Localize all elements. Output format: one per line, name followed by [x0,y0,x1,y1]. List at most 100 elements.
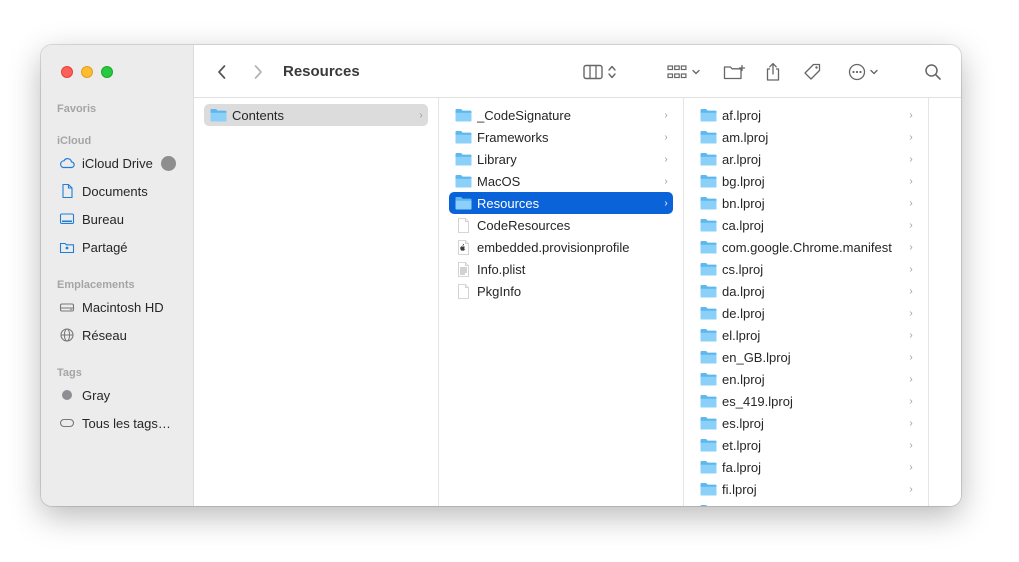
chevron-right-icon [254,64,262,79]
hard-drive-icon [59,299,75,315]
list-item[interactable]: da.lproj › [694,280,918,302]
list-item[interactable]: en.lproj › [694,368,918,390]
folder-icon [700,306,717,321]
sidebar: Favoris iCloud iCloud Drive Documents Bu… [41,45,194,506]
sidebar-item-label: Réseau [82,327,127,343]
folder-icon [455,152,472,167]
column-2: _CodeSignature › Frameworks › Library › MacOS ›… [439,98,684,506]
list-item[interactable]: et.lproj › [694,434,918,456]
list-item[interactable]: fa.lproj › [694,456,918,478]
up-down-chevron-icon [608,65,616,78]
list-item[interactable]: MacOS › [449,170,673,192]
chevron-right-icon: › [906,506,916,507]
folder-icon [700,152,717,167]
search-button[interactable] [920,45,946,98]
chevron-right-icon: › [909,153,913,165]
list-item[interactable]: Info.plist [449,258,673,280]
sidebar-item-label: iCloud Drive [82,155,153,171]
list-item[interactable]: bg.lproj › [694,170,918,192]
sidebar-item-macintosh-hd[interactable]: Macintosh HD [59,297,184,317]
folder-icon [700,394,717,409]
list-item[interactable]: Frameworks › [449,126,673,148]
list-item[interactable]: cs.lproj › [694,258,918,280]
chevron-right-icon: › [909,285,913,297]
folder-icon [700,504,717,506]
list-item[interactable]: el.lproj › [694,324,918,346]
sidebar-item-reseau[interactable]: Réseau [59,325,184,345]
chevron-right-icon: › [909,219,913,231]
list-item[interactable]: am.lproj › [694,126,918,148]
sidebar-item-label: Documents [82,183,148,199]
new-folder-icon [723,64,746,79]
back-button[interactable] [210,45,234,98]
list-item-label: bg.lproj [722,173,765,189]
list-item[interactable]: com.google.Chrome.manifest › [694,236,918,258]
more-actions-button[interactable] [844,45,882,98]
group-button[interactable] [664,45,704,98]
finder-window: Favoris iCloud iCloud Drive Documents Bu… [41,45,961,506]
sidebar-item-icloud-drive[interactable]: iCloud Drive [59,153,184,173]
list-item[interactable]: ar.lproj › [694,148,918,170]
list-item-label: CodeResources [477,217,571,233]
sidebar-item-label: Tous les tags… [82,415,171,431]
sidebar-item-bureau[interactable]: Bureau [59,209,184,229]
sidebar-item-tag-gray[interactable]: Gray [59,385,184,405]
list-item-label: PkgInfo [477,283,522,299]
forward-button[interactable] [246,45,270,98]
list-item[interactable]: es.lproj › [694,412,918,434]
folder-icon [700,350,717,365]
tag-outline-icon [59,415,75,431]
list-item[interactable]: Library › [449,148,673,170]
new-folder-button[interactable] [722,45,748,98]
sidebar-item-all-tags[interactable]: Tous les tags… [59,413,184,433]
list-item[interactable]: Contents › [204,104,428,126]
list-item[interactable]: _CodeSignature › [449,104,673,126]
ellipsis-circle-icon [848,63,865,80]
list-item[interactable]: en_GB.lproj › [694,346,918,368]
list-item-label: en.lproj [722,371,765,387]
column-4-empty [929,98,961,506]
close-window-button[interactable] [61,66,73,78]
share-button[interactable] [760,45,786,98]
list-item-label: fil.lproj [722,504,906,507]
list-item[interactable]: embedded.provisionprofile [449,236,673,258]
list-item[interactable]: fi.lproj › [694,478,918,500]
list-item-label: _CodeSignature [477,107,571,123]
list-item[interactable]: CodeResources [449,214,673,236]
list-item-label: af.lproj [722,107,762,123]
column-3: af.lproj › am.lproj › ar.lproj › bg.lproj › bn.l… [684,98,929,506]
list-item-label: fa.lproj [722,459,762,475]
minimize-window-button[interactable] [81,66,93,78]
chevron-right-icon: › [909,417,913,429]
list-item[interactable]: de.lproj › [694,302,918,324]
list-item[interactable]: Resources › [449,192,673,214]
folder-icon [700,108,717,123]
list-item[interactable]: PkgInfo [449,280,673,302]
list-item[interactable]: af.lproj › [694,104,918,126]
list-item[interactable]: ca.lproj › [694,214,918,236]
sidebar-item-partage[interactable]: Partagé [59,237,184,257]
tag-button[interactable] [800,45,826,98]
folder-icon [700,218,717,233]
zoom-window-button[interactable] [101,66,113,78]
sidebar-item-documents[interactable]: Documents [59,181,184,201]
list-item[interactable]: fil.lproj› [694,500,918,506]
column-view-icon [583,64,603,79]
chevron-right-icon: › [909,483,913,495]
document-icon [455,217,472,233]
folder-icon [700,130,717,145]
chevron-right-icon: › [664,175,668,187]
sidebar-section-favoris: Favoris [57,103,97,115]
view-mode-button[interactable] [578,45,622,98]
list-item[interactable]: es_419.lproj › [694,390,918,412]
chevron-right-icon: › [664,109,668,121]
list-item[interactable]: bn.lproj › [694,192,918,214]
list-item-label: es.lproj [722,415,764,431]
gray-tag-dot-icon [59,387,75,403]
list-item-label: es_419.lproj [722,393,793,409]
network-globe-icon [59,327,75,343]
chevron-right-icon: › [664,131,668,143]
toolbar: Resources [194,45,961,98]
folder-icon [700,284,717,299]
chevron-right-icon: › [909,329,913,341]
